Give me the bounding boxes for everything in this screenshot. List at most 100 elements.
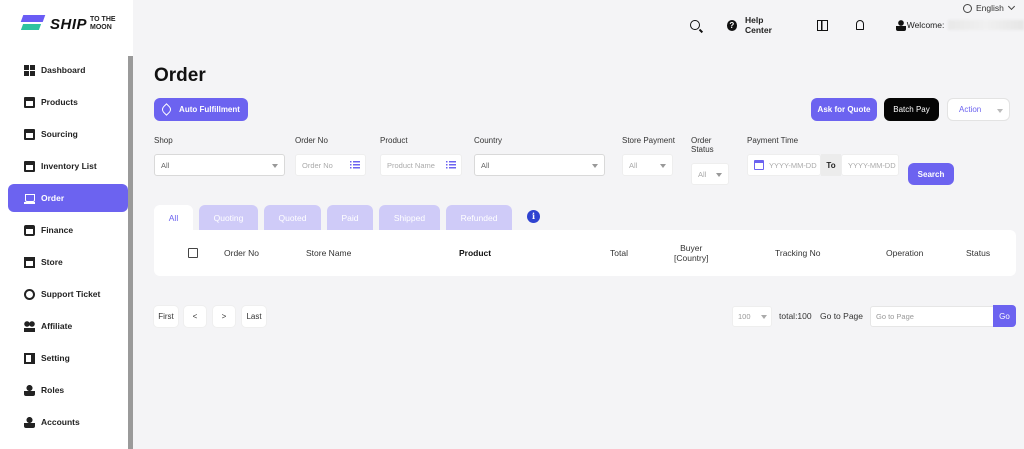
user-icon[interactable] [896, 19, 906, 31]
order-no-label: Order No [295, 136, 328, 145]
caret-down-icon [997, 109, 1003, 113]
sidebar: SHIP TO THE MOON Dashboard Products Sourc… [0, 0, 133, 449]
column-order-no: Order No [224, 248, 259, 258]
bell-icon[interactable] [855, 20, 865, 30]
sidebar-item-accounts[interactable]: Accounts [8, 408, 128, 436]
shop-label: Shop [154, 136, 173, 145]
list-icon[interactable] [446, 161, 456, 169]
country-select[interactable]: All [474, 154, 605, 176]
page-size-select[interactable]: 100 [732, 306, 772, 327]
caret-down-icon [761, 315, 767, 319]
brand-tagline: TO THE MOON [90, 16, 116, 31]
sidebar-item-products[interactable]: Products [8, 88, 128, 116]
welcome-text: Welcome: [906, 20, 945, 30]
status-tabs: All Quoting Quoted Paid Shipped Refunded [154, 205, 518, 230]
help-center-link[interactable]: Help Center [745, 15, 790, 35]
payment-time-to-input[interactable]: YYYY-MM-DD [841, 154, 899, 176]
person-icon [24, 384, 35, 396]
column-product: Product [459, 248, 492, 258]
sidebar-item-support-ticket[interactable]: Support Ticket [8, 280, 128, 308]
next-page-button[interactable]: > [213, 306, 235, 327]
sourcing-icon [24, 128, 35, 140]
select-all-checkbox[interactable] [188, 248, 198, 258]
sidebar-item-roles[interactable]: Roles [8, 376, 128, 404]
sidebar-item-setting[interactable]: Setting [8, 344, 128, 372]
brand-logo[interactable]: SHIP TO THE MOON [20, 12, 116, 36]
go-button[interactable]: Go [993, 305, 1016, 327]
tab-all[interactable]: All [154, 205, 193, 230]
product-label: Product [380, 136, 408, 145]
calendar-icon [754, 160, 764, 170]
sidebar-item-store[interactable]: Store [8, 248, 128, 276]
sidebar-item-order[interactable]: Order [8, 184, 128, 212]
action-dropdown[interactable]: Action [947, 98, 1010, 121]
order-status-select[interactable]: All [691, 163, 729, 185]
sidebar-item-sourcing[interactable]: Sourcing [8, 120, 128, 148]
brand-name: SHIP [50, 15, 88, 33]
logo-icon [20, 13, 46, 35]
first-page-button[interactable]: First [154, 306, 178, 327]
ask-for-quote-button[interactable]: Ask for Quote [811, 98, 877, 121]
last-page-button[interactable]: Last [242, 306, 266, 327]
tab-quoted[interactable]: Quoted [264, 205, 321, 230]
go-to-page-input[interactable]: Go to Page [870, 306, 994, 327]
info-icon[interactable]: i [527, 210, 540, 223]
rocket-icon [160, 103, 173, 116]
batch-pay-button[interactable]: Batch Pay [884, 98, 939, 121]
username-redacted [948, 20, 1024, 30]
store-icon [24, 256, 35, 268]
list-icon[interactable] [350, 161, 360, 169]
payment-time-label: Payment Time [747, 136, 799, 145]
caret-down-icon [272, 164, 278, 168]
caret-down-icon [660, 164, 666, 168]
caret-down-icon [716, 173, 722, 177]
language-selector[interactable]: English [963, 2, 1015, 13]
inventory-icon [24, 160, 35, 172]
product-input[interactable]: Product Name [380, 154, 462, 176]
orders-table: Order No Store Name Product Total Buyer[… [154, 230, 1016, 276]
map-icon[interactable] [817, 19, 828, 31]
caret-down-icon [592, 164, 598, 168]
sidebar-item-finance[interactable]: Finance [8, 216, 128, 244]
go-to-page-label: Go to Page [820, 311, 864, 321]
store-payment-select[interactable]: All [622, 154, 673, 176]
sidebar-scrollbar[interactable] [128, 56, 133, 449]
search-icon[interactable] [690, 20, 700, 30]
sidebar-item-affiliate[interactable]: Affiliate [8, 312, 128, 340]
column-tracking-no: Tracking No [775, 248, 821, 258]
globe-icon [963, 3, 972, 13]
card-icon [24, 224, 35, 236]
help-icon[interactable]: ? [726, 19, 737, 31]
column-store-name: Store Name [306, 248, 352, 258]
tab-refunded[interactable]: Refunded [446, 205, 512, 230]
column-total: Total [610, 248, 628, 258]
shop-select[interactable]: All [154, 154, 285, 176]
chevron-down-icon [1007, 2, 1015, 11]
sidebar-item-inventory-list[interactable]: Inventory List [8, 152, 128, 180]
cart-icon [24, 193, 35, 204]
total-count: total:100 [779, 311, 812, 321]
sidebar-nav: Dashboard Products Sourcing Inventory Li… [8, 56, 128, 440]
tab-quoting[interactable]: Quoting [199, 205, 258, 230]
column-status: Status [966, 248, 991, 258]
person-icon [24, 416, 35, 428]
tab-shipped[interactable]: Shipped [379, 205, 440, 230]
people-icon [24, 320, 35, 332]
country-label: Country [474, 136, 503, 145]
sidebar-item-dashboard[interactable]: Dashboard [8, 56, 128, 84]
tab-paid[interactable]: Paid [327, 205, 373, 230]
truck-icon [24, 352, 35, 364]
dashboard-icon [24, 64, 35, 76]
box-icon [24, 96, 35, 108]
order-no-input[interactable]: Order No [295, 154, 366, 176]
column-buyer-country: Buyer [Country] [674, 243, 709, 263]
chat-icon [24, 288, 35, 300]
payment-time-from-input[interactable]: YYYY-MM-DD [747, 154, 821, 176]
store-payment-label: Store Payment [622, 136, 675, 145]
prev-page-button[interactable]: < [184, 306, 206, 327]
search-button[interactable]: Search [908, 163, 954, 185]
order-status-label: Order Status [691, 136, 714, 154]
page-title: Order [154, 65, 206, 86]
auto-fulfillment-button[interactable]: Auto Fulfillment [154, 98, 248, 121]
date-range-to-label: To [821, 154, 841, 176]
